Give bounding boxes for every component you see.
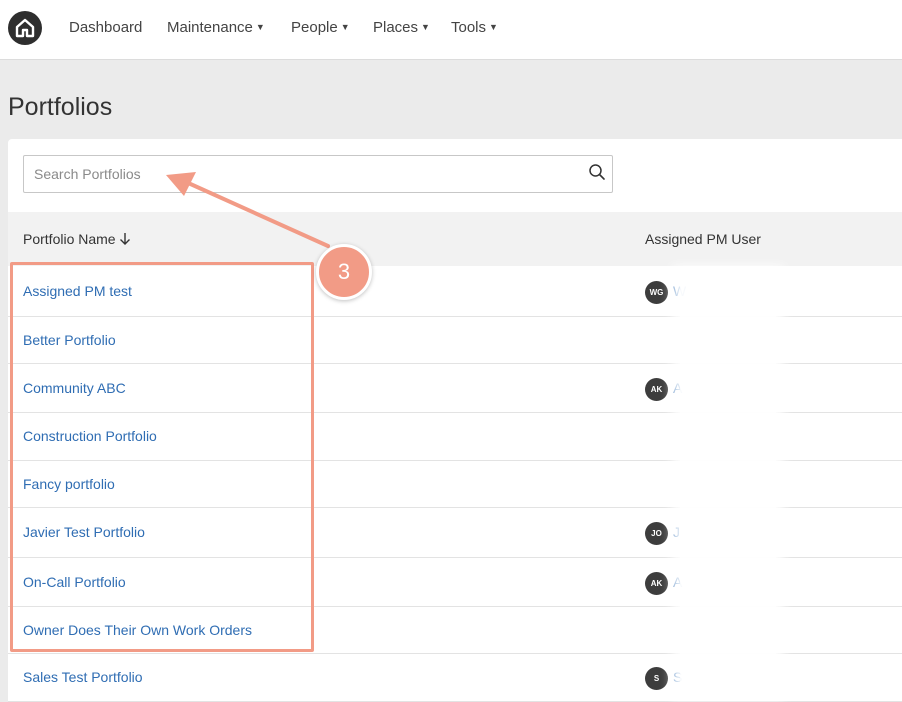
annotation-highlight-box [10, 262, 314, 652]
annotation-step-badge: 3 [316, 244, 372, 300]
step-number: 3 [337, 259, 351, 284]
